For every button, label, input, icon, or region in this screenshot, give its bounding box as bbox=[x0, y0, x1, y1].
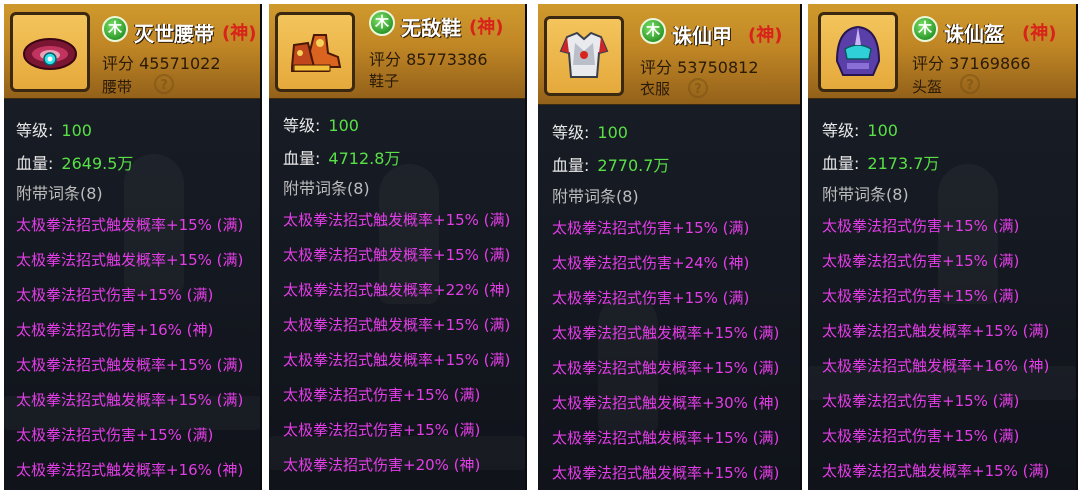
affix-line: 太极拳法招式伤害+15% (满) bbox=[16, 426, 214, 444]
item-score: 评分 53750812 bbox=[640, 58, 759, 77]
affix-line: 太极拳法招式触发概率+15% (满) bbox=[283, 316, 511, 334]
item-name: 灭世腰带 bbox=[134, 22, 214, 46]
affix-line: 太极拳法招式伤害+15% (满) bbox=[283, 386, 481, 404]
hp-stat: 血量: 2173.7万 bbox=[822, 150, 939, 174]
affix-line: 太极拳法招式触发概率+16% (神) bbox=[822, 357, 1050, 375]
item-name: 诛仙甲 bbox=[672, 24, 732, 48]
affix-line: 太极拳法招式伤害+15% (满) bbox=[552, 289, 750, 307]
level-label: 等级: bbox=[283, 116, 321, 135]
affix-line: 太极拳法招式触发概率+15% (满) bbox=[822, 462, 1050, 480]
hp-label: 血量: bbox=[552, 156, 590, 175]
item-panel-shoes: 木 无敌鞋 (神) 评分 85773386 鞋子 等级: 100 血量: 4712.… bbox=[269, 4, 527, 490]
hp-label: 血量: bbox=[822, 154, 860, 173]
shoes-icon[interactable] bbox=[275, 12, 355, 92]
belt-icon[interactable] bbox=[10, 12, 90, 92]
item-header: 木 诛仙盔 (神) 评分 37169866 头盔 ? bbox=[808, 4, 1076, 99]
affix-line: 太极拳法招式触发概率+15% (满) bbox=[16, 356, 244, 374]
hp-value: 2649.5万 bbox=[61, 154, 134, 173]
hp-value: 4712.8万 bbox=[328, 149, 401, 168]
hp-stat: 血量: 2649.5万 bbox=[16, 150, 133, 174]
item-type: 头盔 bbox=[912, 78, 943, 96]
item-name: 无敌鞋 bbox=[401, 16, 461, 40]
helmet-icon[interactable] bbox=[818, 12, 898, 92]
help-icon[interactable]: ? bbox=[688, 78, 708, 98]
affix-line: 太极拳法招式触发概率+15% (满) bbox=[552, 429, 780, 447]
item-grade: (神) bbox=[222, 23, 257, 44]
hp-stat: 血量: 2770.7万 bbox=[552, 152, 669, 176]
affix-line: 太极拳法招式触发概率+15% (满) bbox=[283, 211, 511, 229]
item-name: 诛仙盔 bbox=[944, 22, 1004, 46]
affix-line: 太极拳法招式触发概率+15% (满) bbox=[283, 351, 511, 369]
hp-label: 血量: bbox=[16, 154, 54, 173]
wood-element-icon: 木 bbox=[102, 16, 128, 42]
wood-element-icon: 木 bbox=[640, 18, 666, 44]
item-panel-belt: 木 灭世腰带 (神) 评分 45571022 腰带 ? 等级: 100 血量: 26… bbox=[4, 4, 262, 490]
affix-line: 太极拳法招式触发概率+22% (神) bbox=[283, 281, 511, 299]
affix-line: 太极拳法招式伤害+15% (满) bbox=[822, 427, 1020, 445]
item-score: 评分 45571022 bbox=[102, 54, 221, 73]
hp-label: 血量: bbox=[283, 149, 321, 168]
item-type: 腰带 bbox=[102, 78, 133, 96]
affix-header: 附带词条(8) bbox=[552, 187, 639, 206]
affix-header: 附带词条(8) bbox=[283, 179, 370, 198]
wood-element-icon: 木 bbox=[369, 10, 395, 36]
item-panel-armor: 木 诛仙甲 (神) 评分 53750812 衣服 ? 等级: 100 血量: 277… bbox=[538, 4, 802, 490]
item-grade: (神) bbox=[1022, 23, 1057, 44]
item-score: 评分 85773386 bbox=[369, 50, 488, 69]
affix-line: 太极拳法招式伤害+15% (满) bbox=[283, 421, 481, 439]
level-value: 100 bbox=[867, 121, 898, 140]
item-type: 鞋子 bbox=[369, 72, 400, 90]
affix-line: 太极拳法招式伤害+15% (满) bbox=[822, 287, 1020, 305]
level-stat: 等级: 100 bbox=[552, 119, 628, 143]
affix-line: 太极拳法招式触发概率+15% (满) bbox=[16, 216, 244, 234]
item-score: 评分 37169866 bbox=[912, 54, 1031, 73]
item-panel-helmet: 木 诛仙盔 (神) 评分 37169866 头盔 ? 等级: 100 血量: 217… bbox=[808, 4, 1078, 490]
armor-icon[interactable] bbox=[544, 16, 624, 96]
affix-header: 附带词条(8) bbox=[16, 184, 103, 203]
affix-line: 太极拳法招式触发概率+15% (满) bbox=[822, 322, 1050, 340]
level-stat: 等级: 100 bbox=[16, 117, 92, 141]
affix-line: 太极拳法招式触发概率+15% (满) bbox=[16, 251, 244, 269]
item-header: 木 无敌鞋 (神) 评分 85773386 鞋子 bbox=[269, 4, 525, 99]
hp-stat: 血量: 4712.8万 bbox=[283, 145, 400, 169]
affix-line: 太极拳法招式触发概率+15% (满) bbox=[552, 464, 780, 482]
affix-header: 附带词条(8) bbox=[822, 185, 909, 204]
level-value: 100 bbox=[61, 121, 92, 140]
affix-line: 太极拳法招式伤害+15% (满) bbox=[822, 392, 1020, 410]
item-type: 衣服 bbox=[640, 80, 671, 98]
level-value: 100 bbox=[328, 116, 359, 135]
hp-value: 2173.7万 bbox=[867, 154, 940, 173]
affix-line: 太极拳法招式触发概率+15% (满) bbox=[16, 391, 244, 409]
affix-line: 太极拳法招式触发概率+15% (满) bbox=[552, 359, 780, 377]
affix-line: 太极拳法招式触发概率+30% (神) bbox=[552, 394, 780, 412]
affix-line: 太极拳法招式伤害+16% (神) bbox=[16, 321, 214, 339]
level-stat: 等级: 100 bbox=[283, 112, 359, 136]
item-grade: (神) bbox=[748, 25, 783, 46]
level-value: 100 bbox=[597, 123, 628, 142]
item-grade: (神) bbox=[469, 17, 504, 38]
affix-line: 太极拳法招式伤害+15% (满) bbox=[822, 252, 1020, 270]
level-label: 等级: bbox=[16, 121, 54, 140]
affix-line: 太极拳法招式触发概率+15% (满) bbox=[283, 246, 511, 264]
wood-element-icon: 木 bbox=[912, 16, 938, 42]
help-icon[interactable]: ? bbox=[960, 74, 980, 94]
help-icon[interactable]: ? bbox=[154, 74, 174, 94]
level-stat: 等级: 100 bbox=[822, 117, 898, 141]
level-label: 等级: bbox=[822, 121, 860, 140]
hp-value: 2770.7万 bbox=[597, 156, 670, 175]
affix-line: 太极拳法招式伤害+15% (满) bbox=[552, 219, 750, 237]
item-header: 木 诛仙甲 (神) 评分 53750812 衣服 ? bbox=[538, 4, 800, 105]
affix-line: 太极拳法招式伤害+20% (神) bbox=[283, 456, 481, 474]
affix-line: 太极拳法招式触发概率+16% (神) bbox=[16, 461, 244, 479]
affix-line: 太极拳法招式伤害+15% (满) bbox=[822, 217, 1020, 235]
level-label: 等级: bbox=[552, 123, 590, 142]
affix-line: 太极拳法招式伤害+24% (神) bbox=[552, 254, 750, 272]
item-header: 木 灭世腰带 (神) 评分 45571022 腰带 ? bbox=[4, 4, 260, 99]
affix-line: 太极拳法招式触发概率+15% (满) bbox=[552, 324, 780, 342]
affix-line: 太极拳法招式伤害+15% (满) bbox=[16, 286, 214, 304]
